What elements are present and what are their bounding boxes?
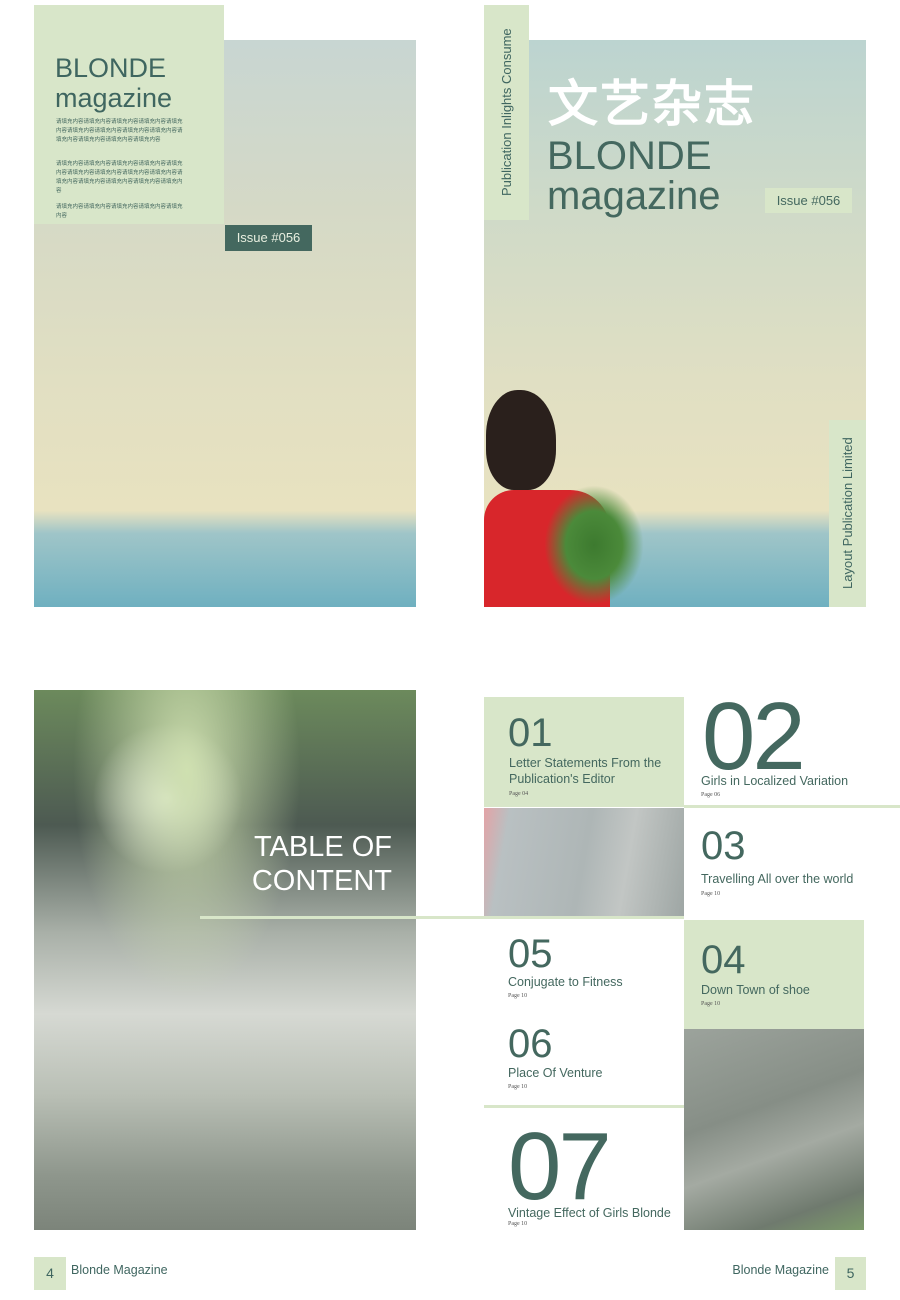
filler-text: 请填充内容请填充内容请填充内容请填充内容请填充内容请填充内容请填充内容请填充内容…: [56, 161, 183, 194]
toc-item-06[interactable]: 06 Place Of Venture Page 10: [484, 1010, 684, 1104]
toc-item-02[interactable]: 02 Girls in Localized Variation Page 06: [684, 689, 900, 806]
cover-title-panel: BLONDE magazine 请填充内容请填充内容请填充内容请填充内容请填充内…: [34, 5, 224, 224]
person-hair: [486, 390, 556, 490]
toc-photo-wall: [684, 1029, 864, 1230]
footer-label-left: Blonde Magazine: [71, 1263, 168, 1277]
flower-bouquet: [544, 485, 644, 605]
toc-item-03[interactable]: 03 Travelling All over the world Page 10: [684, 808, 900, 916]
toc-item-05[interactable]: 05 Conjugate to Fitness Page 10: [484, 920, 684, 1010]
toc-photo: [34, 690, 416, 1230]
issue-badge-2: Issue #056: [765, 188, 852, 213]
toc-photo-small: [484, 808, 684, 916]
toc-item-01[interactable]: 01 Letter Statements From the Publicatio…: [484, 697, 684, 807]
divider: [200, 916, 684, 919]
chinese-title: 文艺杂志: [548, 74, 756, 133]
toc-item-07[interactable]: 07 Vintage Effect of Girls Blonde Page 1…: [484, 1110, 684, 1230]
divider: [484, 1105, 684, 1108]
side-label-left: Publication Inlights Consume: [484, 5, 529, 220]
cover2-title: BLONDE magazine: [547, 134, 721, 218]
footer-label-right: Blonde Magazine: [732, 1263, 829, 1277]
page-number-right: 5: [835, 1257, 866, 1290]
issue-badge: Issue #056: [225, 225, 312, 251]
toc-heading: TABLE OF CONTENT: [251, 831, 392, 897]
cover-title: BLONDE magazine: [55, 53, 173, 113]
side-label-right: Layout Publication Limited: [829, 420, 866, 607]
filler-text: 请填充内容请填充内容请填充内容请填充内容请填充内容请填充内容请填充内容请填充内容…: [56, 119, 183, 143]
page-number-left: 4: [34, 1257, 66, 1290]
toc-item-04[interactable]: 04 Down Town of shoe Page 10: [684, 920, 864, 1029]
filler-text: 请填充内容请填充内容请填充内容请填充内容请填充内容: [56, 204, 183, 219]
